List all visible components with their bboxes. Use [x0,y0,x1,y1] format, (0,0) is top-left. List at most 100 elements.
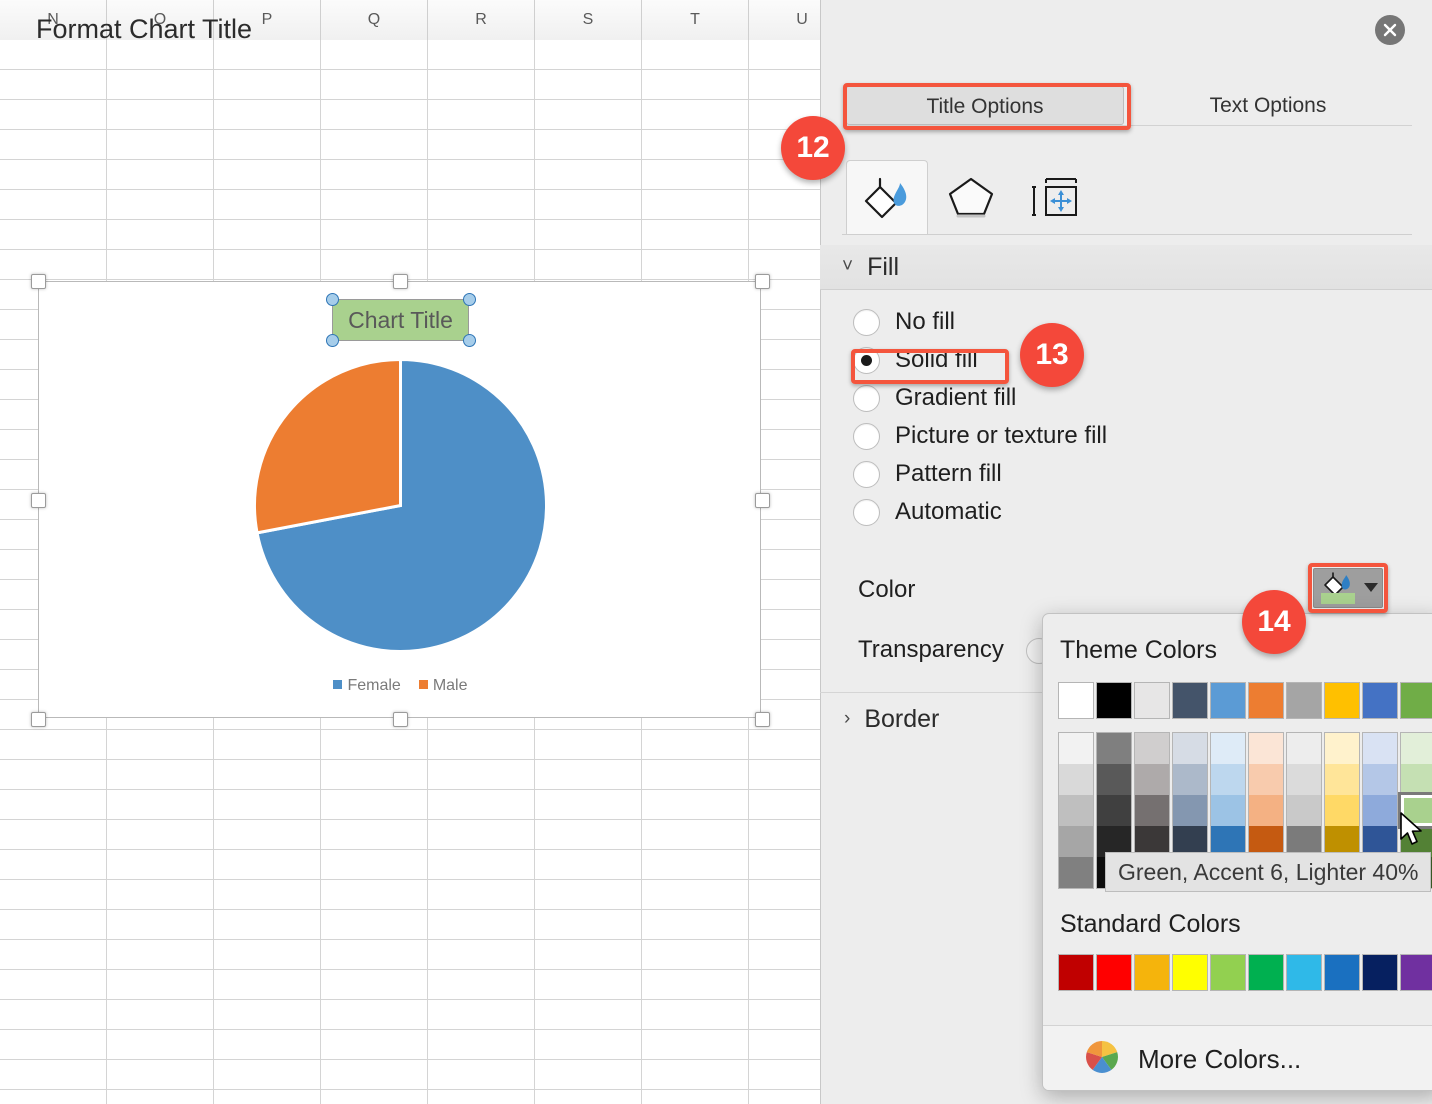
grid-cell[interactable] [642,850,749,880]
theme-color-swatch[interactable] [1286,682,1322,719]
grid-cell[interactable] [428,40,535,70]
grid-cell[interactable] [214,1000,321,1030]
theme-tint-swatch[interactable] [1059,764,1093,795]
grid-cell[interactable] [107,730,214,760]
grid-cell[interactable] [428,1060,535,1090]
grid-cell[interactable] [642,910,749,940]
grid-cell[interactable] [0,160,107,190]
grid-cell[interactable] [428,190,535,220]
theme-tint-swatch[interactable] [1135,733,1169,764]
theme-tint-swatch[interactable] [1059,857,1093,888]
fill-and-line-icon[interactable] [846,160,928,234]
grid-cell[interactable] [535,730,642,760]
radio-button[interactable] [853,498,880,526]
theme-color-swatch[interactable] [1324,682,1360,719]
title-handle-top-right[interactable] [463,293,476,306]
grid-cell[interactable] [107,220,214,250]
grid-cell[interactable] [214,190,321,220]
title-handle-bottom-left[interactable] [326,334,339,347]
grid-cell[interactable] [428,100,535,130]
grid-cell[interactable] [321,160,428,190]
chart-handle-top-left[interactable] [31,274,46,289]
theme-tint-swatch[interactable] [1363,764,1397,795]
grid-cell[interactable] [107,250,214,280]
fill-option-automatic[interactable]: Automatic [853,493,1373,531]
standard-color-swatch[interactable] [1210,954,1246,991]
grid-cell[interactable] [428,970,535,1000]
theme-tint-swatch[interactable] [1135,764,1169,795]
grid-cell[interactable] [535,1030,642,1060]
close-icon[interactable] [1375,15,1405,45]
grid-cell[interactable] [428,1000,535,1030]
grid-cell[interactable] [321,850,428,880]
grid-cell[interactable] [321,250,428,280]
theme-tint-swatch[interactable] [1325,733,1359,764]
grid-cell[interactable] [642,1060,749,1090]
grid-cell[interactable] [535,940,642,970]
grid-cell[interactable] [0,820,107,850]
grid-cell[interactable] [535,850,642,880]
grid-cell[interactable] [642,820,749,850]
radio-button[interactable] [853,346,880,374]
grid-cell[interactable] [428,250,535,280]
grid-cell[interactable] [107,850,214,880]
grid-cell[interactable] [107,1000,214,1030]
tab-text-options[interactable]: Text Options [1124,86,1412,125]
theme-tint-swatch[interactable] [1059,733,1093,764]
grid-cell[interactable] [107,1030,214,1060]
grid-cell[interactable] [642,130,749,160]
fill-option-picture-or-texture-fill[interactable]: Picture or texture fill [853,417,1373,455]
theme-tint-swatch[interactable] [1249,795,1283,826]
grid-cell[interactable] [107,70,214,100]
grid-cell[interactable] [214,970,321,1000]
standard-color-swatch[interactable] [1362,954,1398,991]
theme-tint-swatch[interactable] [1325,764,1359,795]
grid-cell[interactable] [321,190,428,220]
grid-cell[interactable] [214,160,321,190]
grid-cell[interactable] [214,820,321,850]
grid-cell[interactable] [214,880,321,910]
grid-cell[interactable] [642,730,749,760]
chart-handle-middle-right[interactable] [755,493,770,508]
theme-tint-swatch[interactable] [1059,826,1093,857]
grid-cell[interactable] [0,130,107,160]
theme-tint-swatch[interactable] [1287,764,1321,795]
grid-cell[interactable] [214,220,321,250]
chart-title[interactable]: Chart Title [332,299,469,341]
grid-cell[interactable] [428,70,535,100]
grid-cell[interactable] [428,760,535,790]
grid-cell[interactable] [107,760,214,790]
theme-tint-swatch[interactable] [1211,733,1245,764]
grid-cell[interactable] [0,220,107,250]
grid-cell[interactable] [428,790,535,820]
theme-tint-swatch[interactable] [1363,795,1397,826]
grid-cell[interactable] [642,40,749,70]
grid-cell[interactable] [642,1030,749,1060]
grid-cell[interactable] [321,970,428,1000]
grid-cell[interactable] [535,1090,642,1104]
grid-cell[interactable] [535,910,642,940]
grid-cell[interactable] [321,70,428,100]
theme-tint-swatch[interactable] [1059,795,1093,826]
standard-color-swatch[interactable] [1134,954,1170,991]
grid-cell[interactable] [535,880,642,910]
title-handle-top-left[interactable] [326,293,339,306]
grid-cell[interactable] [321,1090,428,1104]
grid-cell[interactable] [428,730,535,760]
grid-cell[interactable] [535,160,642,190]
grid-cell[interactable] [321,1000,428,1030]
grid-cell[interactable] [428,850,535,880]
grid-cell[interactable] [214,1090,321,1104]
radio-button[interactable] [853,422,880,450]
grid-cell[interactable] [0,70,107,100]
grid-cell[interactable] [428,160,535,190]
theme-tint-swatch[interactable] [1173,733,1207,764]
theme-tint-swatch[interactable] [1363,733,1397,764]
standard-color-swatch[interactable] [1058,954,1094,991]
theme-tint-swatch[interactable] [1173,795,1207,826]
pie-chart[interactable] [253,357,548,653]
grid-cell[interactable] [214,850,321,880]
grid-cell[interactable] [0,910,107,940]
grid-cell[interactable] [214,790,321,820]
grid-cell[interactable] [107,1060,214,1090]
